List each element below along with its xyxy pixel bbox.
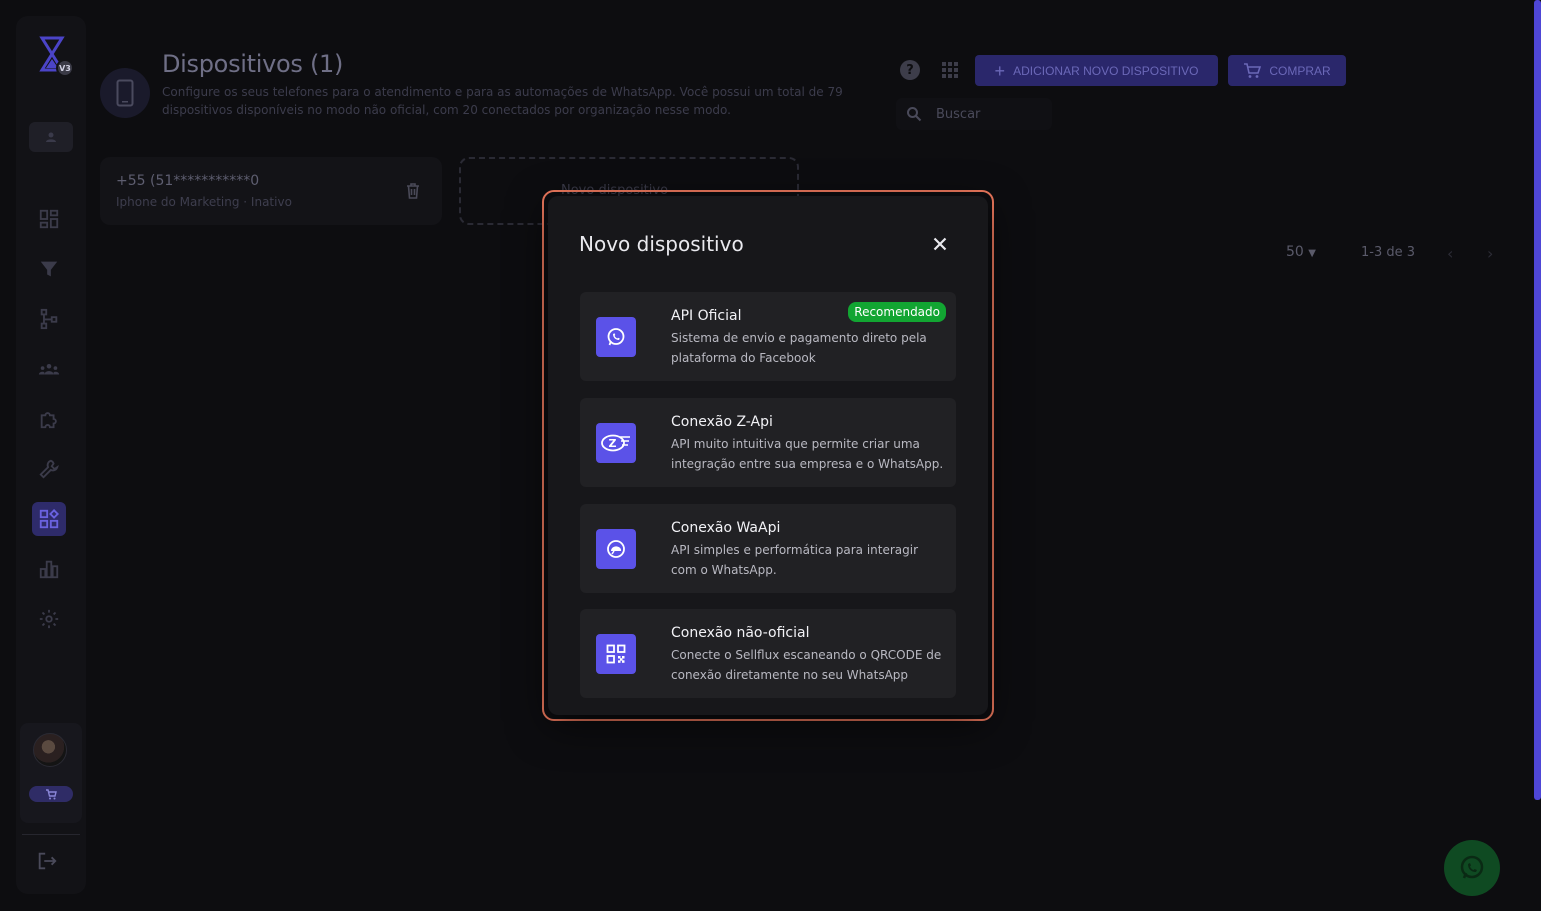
zapi-icon: Z bbox=[596, 423, 636, 463]
option-api-oficial[interactable]: API Oficial Sistema de envio e pagamento… bbox=[580, 292, 956, 381]
option-zapi[interactable]: Z Conexão Z-Api API muito intuitiva que … bbox=[580, 398, 956, 487]
modal-title: Novo dispositivo bbox=[579, 232, 744, 256]
option-title: Conexão WaApi bbox=[671, 520, 781, 536]
option-description: Conecte o Sellflux escaneando o QRCODE d… bbox=[671, 648, 942, 682]
option-waapi[interactable]: Conexão WaApi API simples e performática… bbox=[580, 504, 956, 593]
whatsapp-icon bbox=[596, 317, 636, 357]
svg-text:Z: Z bbox=[609, 437, 617, 450]
option-description: API simples e performática para interagi… bbox=[671, 543, 919, 577]
close-button[interactable] bbox=[930, 234, 950, 254]
option-nao-oficial[interactable]: Conexão não-oficial Conecte o Sellflux e… bbox=[580, 609, 956, 698]
option-title: API Oficial bbox=[671, 308, 742, 324]
qrcode-icon bbox=[596, 634, 636, 674]
recommended-badge: Recomendado bbox=[848, 302, 946, 322]
chat-bubble-icon bbox=[596, 529, 636, 569]
option-title: Conexão não-oficial bbox=[671, 625, 810, 641]
app-root: V3 Dispositivos (1) Configure os seus te… bbox=[0, 0, 1541, 911]
close-icon bbox=[933, 237, 947, 251]
option-description: API muito intuitiva que permite criar um… bbox=[671, 437, 944, 471]
option-description: Sistema de envio e pagamento direto pela… bbox=[671, 331, 927, 365]
option-title: Conexão Z-Api bbox=[671, 414, 773, 430]
new-device-modal: Novo dispositivo API Oficial Sistema de … bbox=[548, 196, 988, 715]
